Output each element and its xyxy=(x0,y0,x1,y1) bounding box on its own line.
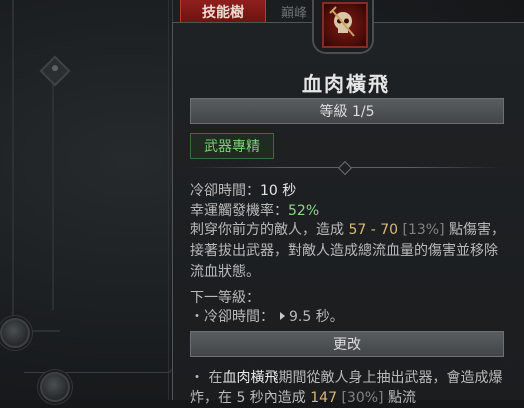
skill-icon-frame xyxy=(312,0,374,54)
modifier-header: 更改 xyxy=(190,331,504,357)
damage-range: 57 - 70 xyxy=(348,222,399,238)
cooldown-stat: 冷卻時間：10 秒 xyxy=(190,180,296,200)
bullet: ・ xyxy=(190,309,204,325)
mod-value: 147 xyxy=(310,390,337,406)
mod-text: 點流 xyxy=(383,390,416,406)
modifier-description: ・ 在血肉橫飛期間從敵人身上抽出武器，會造成爆炸，在 5 秒內造成 147 [3… xyxy=(190,368,506,408)
skill-title: 血肉橫飛 xyxy=(302,72,390,96)
tab-paragon[interactable]: 巔峰 xyxy=(270,0,318,23)
lucky-hit-value: 52% xyxy=(288,203,320,219)
tab-skill-tree[interactable]: 技能樹 xyxy=(180,0,266,24)
mod-text: 在 xyxy=(208,370,223,386)
cooldown-value: 10 秒 xyxy=(260,183,297,199)
skill-tag-weapon-mastery: 武器專精 xyxy=(190,133,274,159)
next-rank-title: 下一等級： xyxy=(190,290,260,306)
skill-node[interactable] xyxy=(0,318,30,348)
skill-node[interactable] xyxy=(40,372,70,402)
next-rank-label: 冷卻時間： xyxy=(204,309,274,325)
arrow-right-icon xyxy=(280,312,285,320)
desc-text: 刺穿你前方的敵人，造成 xyxy=(190,222,349,238)
bullet: ・ xyxy=(190,370,204,386)
tree-connector-line xyxy=(12,0,14,320)
lucky-hit-stat: 幸運觸發機率：52% xyxy=(190,200,319,220)
skill-description: 刺穿你前方的敵人，造成 57 - 70 [13%] 點傷害，接著拔出武器，對敵人… xyxy=(190,220,506,283)
skull-icon xyxy=(322,2,368,48)
tree-connector-line xyxy=(52,80,54,310)
rank-indicator: 等級 1/5 xyxy=(190,98,504,124)
mod-percent: [30%] xyxy=(341,390,384,406)
next-rank-value: 9.5 秒。 xyxy=(289,309,344,325)
lucky-hit-label: 幸運觸發機率： xyxy=(190,203,288,219)
next-rank-cooldown: ・冷卻時間： 9.5 秒。 xyxy=(190,306,344,326)
damage-percent: [13%] xyxy=(402,222,445,238)
skill-tree-frame xyxy=(24,0,173,373)
mod-skill-name: 血肉橫飛 xyxy=(222,370,279,386)
cooldown-label: 冷卻時間： xyxy=(190,183,260,199)
